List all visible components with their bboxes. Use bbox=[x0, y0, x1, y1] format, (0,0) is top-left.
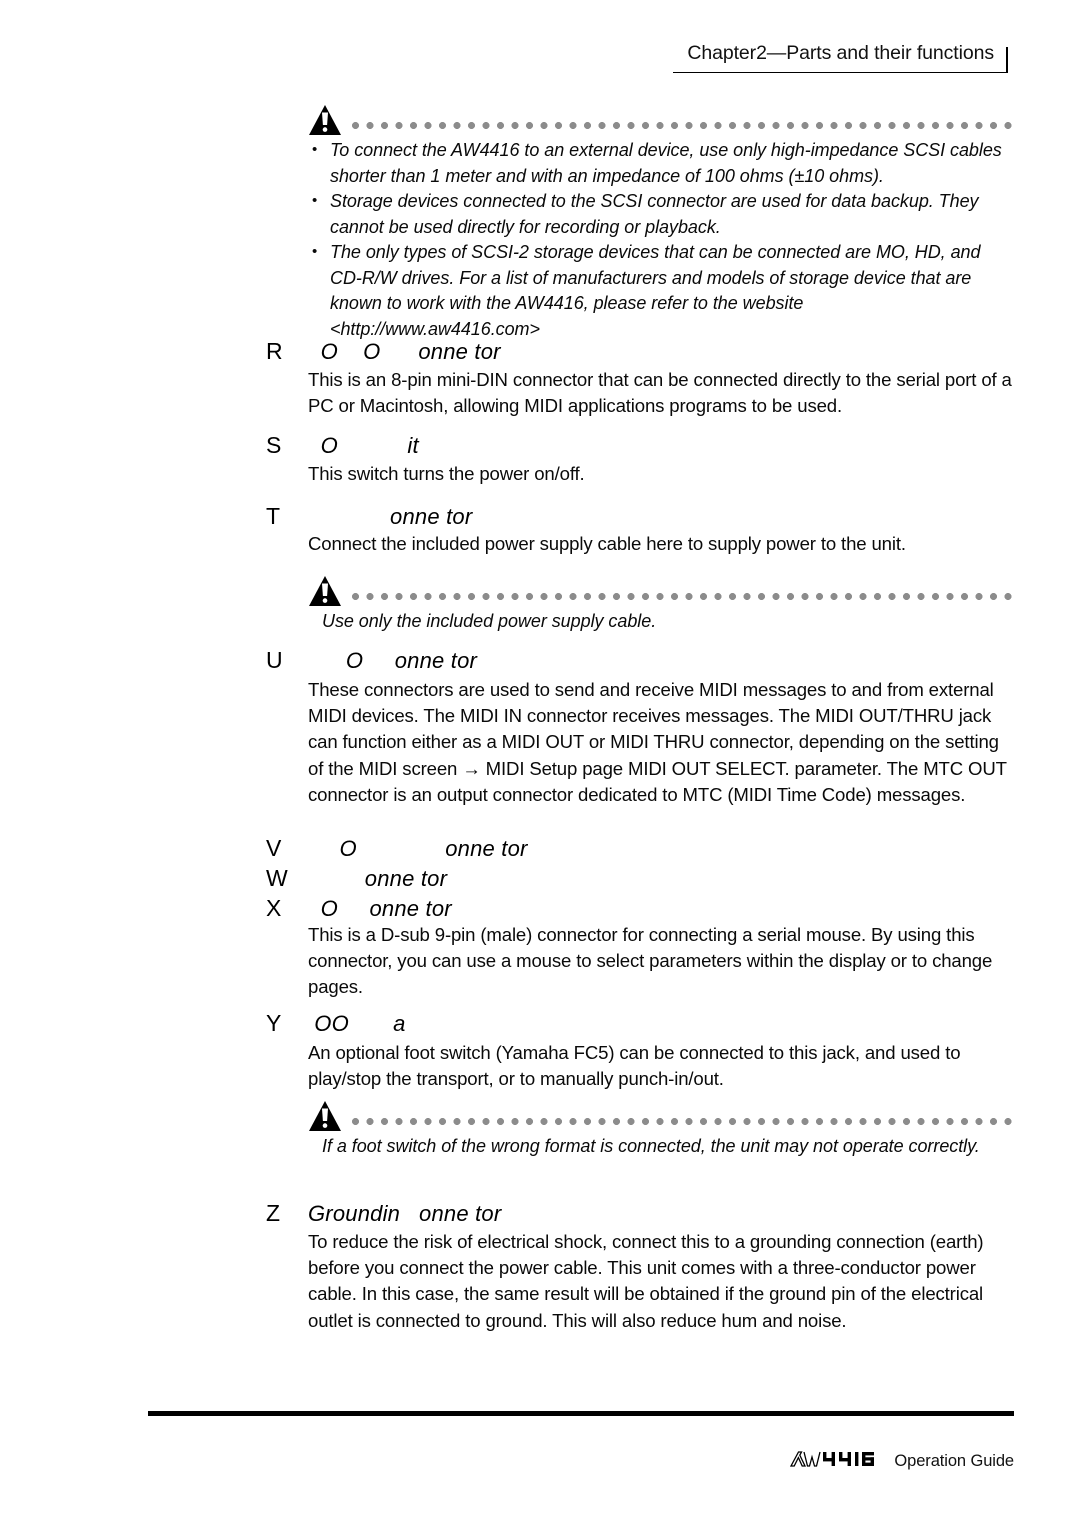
caution-item-text: To connect the AW4416 to an external dev… bbox=[330, 140, 1002, 186]
caution-block-footswitch: If a foot switch of the wrong format is … bbox=[308, 1100, 1014, 1160]
footer: Operation Guide bbox=[789, 1449, 1014, 1474]
section-body-u: These connectors are used to send and re… bbox=[308, 679, 1007, 805]
section-label: O onne tor bbox=[308, 836, 528, 861]
caution-text: If a foot switch of the wrong format is … bbox=[322, 1136, 980, 1156]
header-title: Chapter2—Parts and their functions bbox=[687, 42, 994, 64]
section-heading-r: R O O onne tor bbox=[266, 338, 1006, 365]
caution-dot-rule bbox=[352, 1100, 1014, 1132]
warning-triangle-icon bbox=[308, 104, 342, 136]
section-heading-x: X O onne tor bbox=[266, 895, 1006, 922]
section-heading-u: U O onne tor bbox=[266, 647, 1006, 674]
warning-triangle-icon bbox=[308, 1100, 342, 1132]
aw4416-logo-icon bbox=[789, 1449, 885, 1474]
caution-header bbox=[308, 1100, 1014, 1132]
section-heading-t: T onne tor bbox=[266, 503, 1006, 530]
running-header: Chapter2—Parts and their functions bbox=[673, 42, 1008, 73]
section-body-t: Connect the included power supply cable … bbox=[308, 533, 906, 554]
caution-header bbox=[308, 104, 1014, 136]
section-label: O onne tor bbox=[308, 648, 478, 673]
section-heading-v: V O onne tor bbox=[266, 835, 1006, 862]
section-letter: R bbox=[266, 338, 283, 364]
section-label: onne tor bbox=[308, 866, 448, 891]
section-body-x: This is a D-sub 9-pin (male) connector f… bbox=[308, 924, 993, 998]
warning-triangle-icon bbox=[308, 575, 342, 607]
caution-item: • Storage devices connected to the SCSI c… bbox=[308, 189, 1014, 240]
caution-dot-rule bbox=[352, 575, 1014, 607]
section-heading-w: W onne tor bbox=[266, 865, 1006, 892]
caution-block-power: Use only the included power supply cable… bbox=[308, 575, 1014, 635]
caution-item: • The only types of SCSI-2 storage device… bbox=[308, 240, 1014, 342]
section-body-r: This is an 8-pin mini-DIN connector that… bbox=[308, 369, 1012, 417]
section-letter: S bbox=[266, 432, 282, 458]
section-body-s: This switch turns the power on/off. bbox=[308, 463, 585, 484]
caution-item: • To connect the AW4416 to an external de… bbox=[308, 138, 1014, 189]
section-label: Groundin onne tor bbox=[308, 1201, 502, 1226]
header-underline bbox=[673, 72, 1008, 73]
footer-text: Operation Guide bbox=[894, 1452, 1014, 1470]
bullet-icon: • bbox=[312, 192, 318, 209]
section-letter: Z bbox=[266, 1200, 281, 1226]
section-letter: V bbox=[266, 835, 282, 861]
section-label: O O onne tor bbox=[308, 339, 501, 364]
caution-list: • To connect the AW4416 to an external de… bbox=[308, 138, 1014, 342]
document-page: Chapter2—Parts and their functions • To c… bbox=[0, 0, 1080, 1528]
header-end-tick bbox=[1006, 47, 1008, 73]
footer-rule bbox=[148, 1411, 1014, 1416]
section-heading-z: Z Groundin onne tor bbox=[266, 1200, 1006, 1227]
caution-dot-rule bbox=[352, 104, 1014, 136]
caution-header bbox=[308, 575, 1014, 607]
section-heading-s: S O it bbox=[266, 432, 1006, 459]
section-letter: X bbox=[266, 895, 282, 921]
section-label: onne tor bbox=[308, 504, 473, 529]
caution-block-scsi: • To connect the AW4416 to an external de… bbox=[308, 104, 1014, 342]
section-letter: T bbox=[266, 503, 281, 529]
section-label: O onne tor bbox=[308, 896, 452, 921]
section-label: O it bbox=[308, 433, 419, 458]
bullet-icon: • bbox=[312, 141, 318, 158]
section-letter: Y bbox=[266, 1010, 282, 1036]
section-label: OO a bbox=[308, 1011, 406, 1036]
caution-text: Use only the included power supply cable… bbox=[322, 611, 657, 631]
section-letter: W bbox=[266, 865, 288, 891]
section-body-y: An optional foot switch (Yamaha FC5) can… bbox=[308, 1042, 961, 1090]
section-body-z: To reduce the risk of electrical shock, … bbox=[308, 1231, 984, 1331]
header-rule-wrap: Chapter2—Parts and their functions bbox=[673, 42, 1008, 73]
caution-item-text: The only types of SCSI-2 storage devices… bbox=[330, 242, 981, 339]
section-heading-y: Y OO a bbox=[266, 1010, 1006, 1037]
caution-item-text: Storage devices connected to the SCSI co… bbox=[330, 191, 979, 237]
bullet-icon: • bbox=[312, 243, 318, 260]
section-letter: U bbox=[266, 647, 283, 673]
